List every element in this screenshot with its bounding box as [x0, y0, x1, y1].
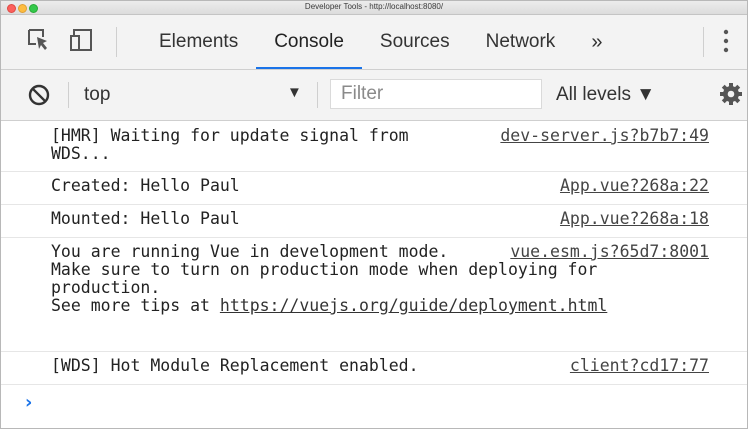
message-text: You are running Vue in development mode. — [51, 242, 449, 261]
tab-network[interactable]: Network — [468, 15, 574, 69]
deployment-docs-link[interactable]: https://vuejs.org/guide/deployment.html — [220, 296, 607, 315]
filter-input[interactable] — [330, 79, 542, 109]
console-toolbar: top ▼ All levels ▼ — [1, 70, 747, 121]
console-prompt[interactable]: › — [25, 392, 32, 413]
title-bar: Developer Tools - http://localhost:8080/ — [1, 1, 747, 15]
devtools-window: Developer Tools - http://localhost:8080/… — [0, 0, 748, 429]
source-link[interactable]: client?cd17:77 — [570, 357, 709, 375]
inspect-element-icon[interactable] — [26, 27, 50, 56]
console-message: You are running Vue in development mode.… — [1, 238, 747, 352]
tab-list: Elements Console Sources Network » — [141, 15, 620, 69]
tab-elements[interactable]: Elements — [141, 15, 256, 69]
kebab-menu-icon[interactable] — [723, 29, 729, 58]
console-messages: [HMR] Waiting for update signal from WDS… — [1, 122, 747, 428]
log-levels-dropdown[interactable]: All levels ▼ — [556, 84, 655, 106]
toolbar-divider — [703, 27, 704, 57]
clear-console-icon[interactable] — [27, 83, 51, 112]
tab-console[interactable]: Console — [256, 15, 362, 69]
console-message: [WDS] Hot Module Replacement enabled. cl… — [1, 352, 747, 385]
message-text: [HMR] Waiting for update signal from WDS… — [51, 126, 419, 163]
more-tabs-button[interactable]: » — [573, 15, 620, 69]
console-message: Created: Hello Paul App.vue?268a:22 — [1, 172, 747, 205]
source-link[interactable]: App.vue?268a:22 — [560, 177, 709, 195]
toolbar-divider — [68, 82, 69, 108]
settings-gear-icon[interactable] — [719, 82, 743, 111]
tab-sources[interactable]: Sources — [362, 15, 468, 69]
toolbar-divider — [317, 82, 318, 108]
device-toolbar-icon[interactable] — [69, 27, 95, 58]
message-text: See more tips at https://vuejs.org/guide… — [51, 297, 711, 315]
message-text: Make sure to turn on production mode whe… — [51, 260, 608, 297]
source-link[interactable]: dev-server.js?b7b7:49 — [500, 127, 709, 145]
devtools-tab-bar: Elements Console Sources Network » — [1, 15, 747, 70]
console-message: [HMR] Waiting for update signal from WDS… — [1, 122, 747, 172]
source-link[interactable]: App.vue?268a:18 — [560, 210, 709, 228]
message-text-prefix: See more tips at — [51, 296, 220, 315]
console-message: Mounted: Hello Paul App.vue?268a:18 — [1, 205, 747, 238]
message-text: Mounted: Hello Paul — [51, 209, 240, 228]
toolbar-divider — [116, 27, 117, 57]
source-link[interactable]: vue.esm.js?65d7:8001 — [510, 243, 709, 261]
context-select[interactable]: top — [84, 84, 110, 106]
window-title: Developer Tools - http://localhost:8080/ — [304, 2, 444, 11]
context-dropdown-arrow[interactable]: ▼ — [287, 84, 302, 101]
message-text: Created: Hello Paul — [51, 176, 240, 195]
message-text: [WDS] Hot Module Replacement enabled. — [51, 356, 419, 375]
